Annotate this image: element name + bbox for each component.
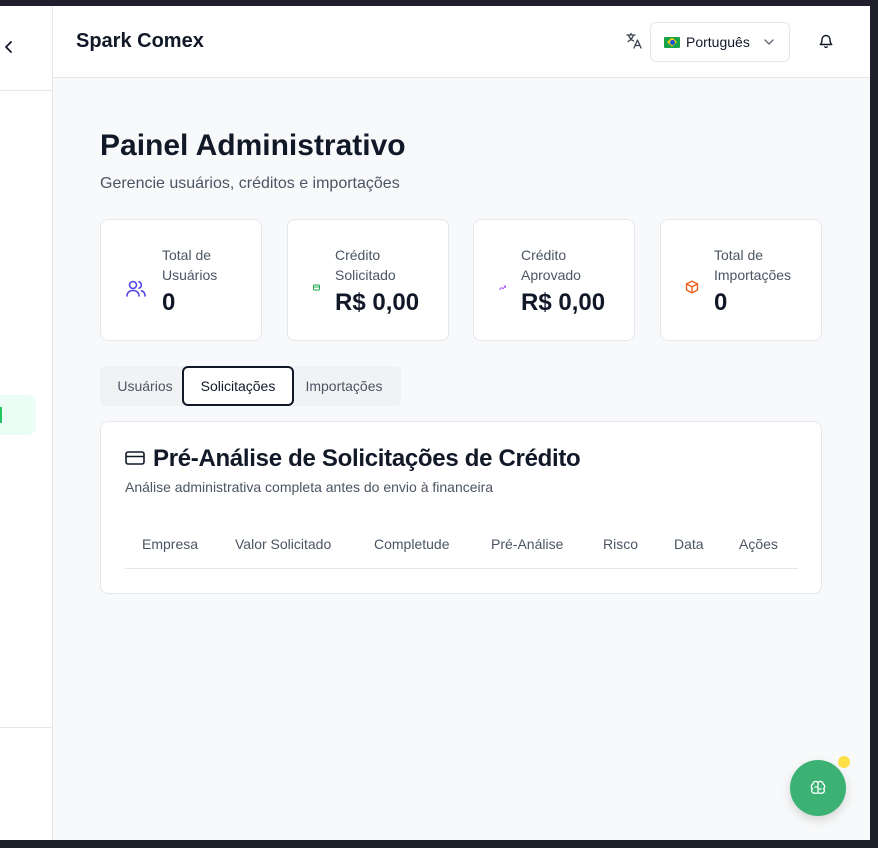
- sidebar-item-active[interactable]: [0, 395, 36, 435]
- chevron-left-icon: [5, 41, 12, 53]
- active-indicator: [0, 407, 2, 423]
- tab-importacoes[interactable]: Importações: [294, 366, 394, 406]
- stat-label: Crédito Aprovado: [521, 247, 581, 283]
- panel-title: Pré-Análise de Solicitações de Crédito: [153, 445, 581, 472]
- chevron-down-icon: [764, 39, 774, 45]
- brain-icon: [810, 780, 826, 794]
- language-label: Português: [686, 34, 750, 50]
- column-header-valor: Valor Solicitado: [235, 536, 332, 552]
- notification-dot: [838, 756, 850, 768]
- brazil-flag-icon: [664, 36, 680, 48]
- app-window: Spark Comex Português Painel Administrat…: [0, 6, 870, 840]
- page-subtitle: Gerencie usuários, créditos e importaçõe…: [100, 175, 400, 192]
- tab-usuarios[interactable]: Usuários: [100, 366, 190, 406]
- bell-icon[interactable]: [818, 33, 834, 49]
- stat-value: 0: [714, 289, 728, 316]
- sidebar-divider: [0, 727, 53, 728]
- language-select[interactable]: Português: [650, 22, 790, 62]
- stat-card-users: Total de Usuários 0: [100, 219, 262, 341]
- sidebar-header: [0, 6, 52, 91]
- page-title: Painel Administrativo: [100, 129, 406, 162]
- stat-card-credit-approved: Crédito Aprovado R$ 0,00: [473, 219, 635, 341]
- credit-card-icon: [125, 451, 145, 465]
- stat-value: R$ 0,00: [335, 289, 420, 316]
- credit-requests-panel: Pré-Análise de Solicitações de Crédito A…: [100, 421, 822, 594]
- stat-card-imports: Total de Importações 0: [660, 219, 822, 341]
- column-header-completude: Completude: [374, 536, 450, 552]
- collapse-sidebar-button[interactable]: [2, 38, 16, 56]
- column-header-data: Data: [674, 536, 704, 552]
- app-title: Spark Comex: [76, 30, 204, 52]
- stat-value: 0: [162, 289, 176, 316]
- package-icon: [685, 280, 699, 294]
- tab-list: Usuários Solicitações Importações: [100, 366, 401, 406]
- stat-value: R$ 0,00: [521, 289, 606, 316]
- assistant-button[interactable]: [790, 760, 846, 816]
- top-header: Spark Comex Português: [53, 6, 870, 78]
- translate-icon: [626, 32, 642, 49]
- stat-label: Total de Importações: [714, 247, 792, 283]
- stat-label: Crédito Solicitado: [335, 247, 396, 283]
- tab-solicitacoes[interactable]: Solicitações: [182, 366, 294, 406]
- column-header-empresa: Empresa: [142, 536, 199, 552]
- column-header-acoes: Ações: [739, 536, 778, 552]
- sidebar: [0, 6, 53, 840]
- column-header-risco: Risco: [603, 536, 639, 552]
- stat-card-credit-requested: Crédito Solicitado R$ 0,00: [287, 219, 449, 341]
- stat-label: Total de Usuários: [162, 247, 218, 283]
- column-header-pre-analise: Pré-Análise: [491, 536, 564, 552]
- trending-up-icon: [499, 285, 506, 290]
- users-icon: [126, 280, 146, 297]
- table-header-divider: [125, 568, 798, 569]
- panel-description: Análise administrativa completa antes do…: [125, 479, 494, 495]
- credit-card-icon: [313, 284, 320, 291]
